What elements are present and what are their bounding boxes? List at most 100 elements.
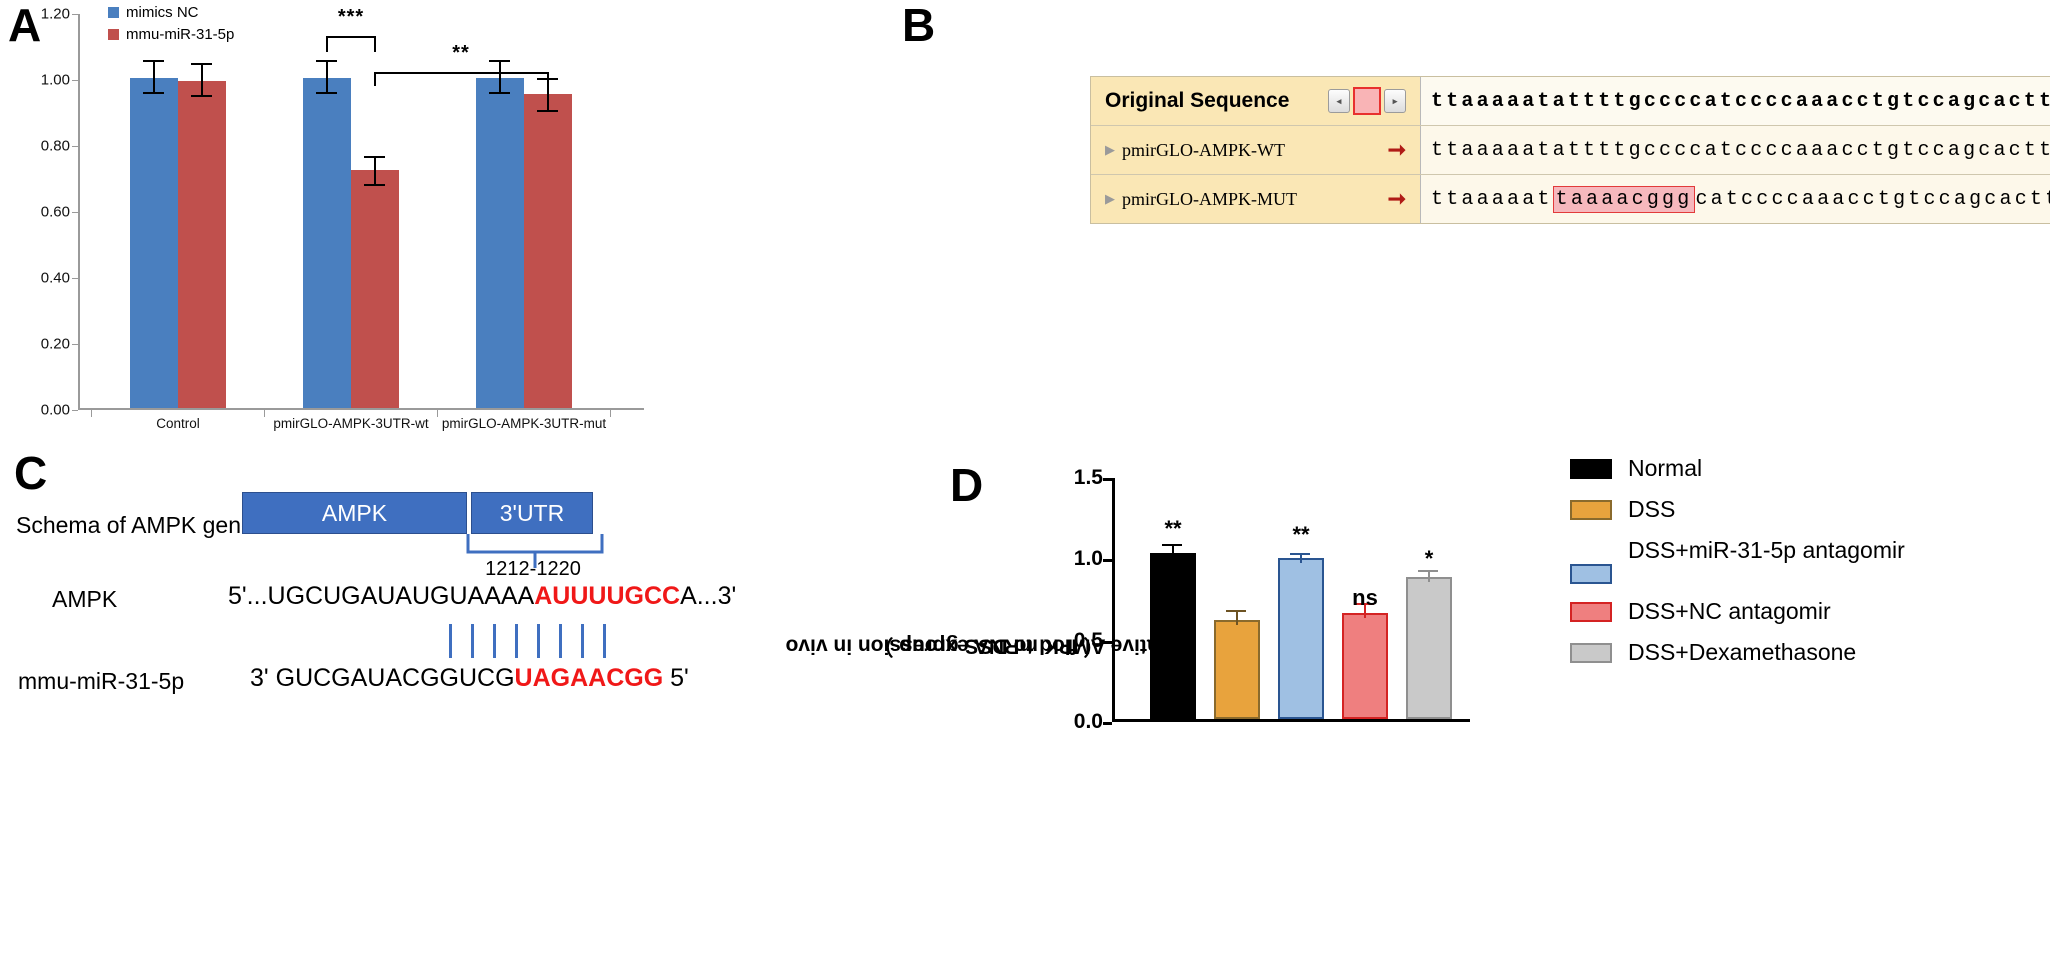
- panel-a-error-control-mir: [201, 65, 203, 97]
- expand-triangle-icon[interactable]: ▶: [1105, 142, 1115, 158]
- legend-swatch-normal: [1570, 459, 1612, 479]
- panel-a: A mimics NC mmu-miR-31-5p 0.00 0.20 0.40…: [0, 0, 680, 440]
- right-arrow-icon: ➞: [1387, 186, 1406, 211]
- panel-a-ytick-6: 1.20: [40, 5, 70, 23]
- panel-a-xlabel-mut: pmirGLO-AMPK-3UTR-mut: [441, 416, 607, 431]
- sequence-row-original: Original Sequence ◂ ▸ ttaaaaatattttgcccc…: [1091, 77, 2050, 125]
- construct-label-wt: pmirGLO-AMPK-WT: [1122, 139, 1285, 160]
- legend-item-dss: DSS: [1570, 495, 1905, 523]
- panel-a-sig-bracket-wt-left: [326, 36, 328, 52]
- panel-d-error-dexamethasone: [1427, 572, 1430, 582]
- base-pair-line: [449, 624, 452, 658]
- panel-d-bar-dexamethasone: [1406, 577, 1452, 719]
- panel-c-letter: C: [14, 447, 48, 499]
- panel-d-bar-dss: [1214, 620, 1260, 719]
- legend-label-mir-antagomir: DSS+miR-31-5p antagomir: [1628, 537, 1905, 564]
- mutation-color-swatch[interactable]: [1353, 87, 1381, 115]
- panel-a-bar-control-mimics-nc: [130, 78, 178, 408]
- panel-a-sig-bracket-cross-left: [374, 72, 376, 86]
- mirna-seq-3prime: 3' GUCGAUACGGUCG: [250, 664, 515, 692]
- sequence-row-mut: ▶ pmirGLO-AMPK-MUT ➞ ttaaaaat taaaacggg ca…: [1091, 174, 2050, 223]
- panel-a-bar-wt-mir: [351, 170, 399, 408]
- panel-a-error-wt-mimics-nc: [326, 62, 328, 94]
- sequence-mut-suffix: catccccaaacctgtccagcactt: [1695, 187, 2050, 211]
- panel-d-legend: Normal DSS DSS+miR-31-5p antagomir DSS+N…: [1570, 454, 1905, 679]
- panel-a-errcap: [489, 60, 510, 62]
- panel-a-ytick-1: 0.20: [40, 335, 70, 353]
- panel-a-xtick: [437, 410, 438, 417]
- panel-a-errcap: [316, 92, 337, 94]
- panel-a-errcap: [191, 63, 212, 65]
- panel-d-ytick-3: 1.5: [1073, 466, 1103, 489]
- legend-label-nc-antagomir: DSS+NC antagomir: [1628, 598, 1831, 625]
- sequence-wt: ttaaaaatattttgccccatccccaaacctgtccagcact…: [1431, 138, 2050, 162]
- gene-box-3utr: 3'UTR: [471, 492, 593, 534]
- panel-d-errcap: [1290, 552, 1310, 555]
- binding-coordinate-label: 1212-1220: [485, 558, 581, 580]
- construct-name-cell-mut[interactable]: ▶ pmirGLO-AMPK-MUT ➞: [1091, 175, 1421, 223]
- panel-a-errcap: [537, 110, 558, 112]
- panel-a-errcap: [143, 60, 164, 62]
- mirna-seq-5prime: 5': [663, 664, 689, 692]
- row-label-mirna: mmu-miR-31-5p: [18, 668, 185, 694]
- panel-d-sig-mir-antagomir: **: [1292, 522, 1310, 547]
- panel-d: D Relative AMPK mRNA expression in vivo …: [785, 430, 2050, 959]
- base-pair-line: [559, 624, 562, 658]
- original-sequence-header-cell: Original Sequence ◂ ▸: [1091, 77, 1421, 125]
- panel-a-error-mut-mimics-nc: [499, 62, 501, 94]
- panel-d-plot-area: 0.0 0.5 1.0 1.5 ** ** ns *: [1074, 466, 1470, 733]
- panel-a-errcap: [191, 95, 212, 97]
- panel-a-x-axis: [78, 408, 644, 410]
- expand-triangle-icon[interactable]: ▶: [1105, 191, 1115, 207]
- panel-a-sig-bracket-wt-right: [374, 36, 376, 52]
- sequence-nav-controls[interactable]: ◂ ▸: [1328, 87, 1406, 115]
- legend-label-dss: DSS: [1628, 496, 1676, 523]
- panel-a-xlabel-control: Control: [156, 416, 200, 431]
- mirna-seed: UAGAACGG: [514, 664, 664, 692]
- legend-label-normal: Normal: [1628, 455, 1703, 481]
- panel-a-bar-mut-mimics-nc: [476, 78, 524, 408]
- sequence-mut-prefix: ttaaaaat: [1431, 187, 1553, 211]
- base-pair-line: [537, 624, 540, 658]
- base-pair-line: [515, 624, 518, 658]
- nav-prev-button[interactable]: ◂: [1328, 89, 1350, 113]
- panel-a-ytick-2: 0.40: [40, 269, 70, 287]
- panel-d-y-axis: [1112, 478, 1115, 722]
- panel-b: B Original Sequence ◂ ▸ ttaaaaatattttgcc…: [880, 0, 2050, 300]
- panel-a-plot-area: 0.00 0.20 0.40 0.60 0.80 1.00 1.20 *** *…: [41, 6, 644, 431]
- base-pair-line: [493, 624, 496, 658]
- legend-label-dexamethasone: DSS+Dexamethasone: [1628, 639, 1857, 666]
- sequence-alignment-table: Original Sequence ◂ ▸ ttaaaaatattttgcccc…: [1090, 76, 2050, 224]
- legend-item-dexamethasone: DSS+Dexamethasone: [1570, 638, 1905, 666]
- schema-label: Schema of AMPK gene: [16, 512, 254, 538]
- panel-a-errcap: [489, 92, 510, 94]
- panel-a-xtick: [91, 410, 92, 417]
- panel-a-ytick-0: 0.00: [40, 401, 70, 419]
- panel-d-errcap: [1162, 543, 1182, 546]
- panel-a-letter: A: [8, 0, 42, 51]
- nav-next-button[interactable]: ▸: [1384, 89, 1406, 113]
- legend-item-normal: Normal: [1570, 454, 1905, 482]
- original-sequence-label: Original Sequence: [1105, 89, 1290, 112]
- panel-a-bar-control-mir: [178, 81, 226, 408]
- sequence-text-original: ttaaaaatattttgccccatccccaaacctgtccagcact…: [1421, 77, 2050, 125]
- panel-a-ytick-3: 0.60: [40, 203, 70, 221]
- panel-d-error-dss: [1235, 612, 1238, 625]
- ampk-seq-3prime: A...3': [680, 582, 737, 610]
- panel-d-sig-dexamethasone: *: [1424, 546, 1434, 571]
- legend-item-nc-antagomir: DSS+NC antagomir: [1570, 597, 1905, 625]
- sequence-text-mut: ttaaaaat taaaacggg catccccaaacctgtccagcact…: [1421, 175, 2050, 223]
- panel-a-errcap: [316, 60, 337, 62]
- panel-d-bar-mir-antagomir: [1278, 558, 1324, 719]
- panel-a-errcap: [364, 184, 385, 186]
- panel-d-x-axis: [1112, 719, 1470, 722]
- panel-d-ytick-0: 0.0: [1073, 710, 1103, 733]
- mutation-highlight: taaaacggg: [1552, 185, 1696, 213]
- panel-a-sig-star-cross: **: [452, 42, 470, 64]
- sequence-original: ttaaaaatattttgccccatccccaaacctgtccagcact…: [1431, 89, 2050, 113]
- panel-a-xtick: [264, 410, 265, 417]
- panel-a-bar-mut-mir: [524, 94, 572, 408]
- gene-box-ampk: AMPK: [242, 492, 467, 534]
- legend-swatch-dss: [1570, 500, 1612, 521]
- construct-name-cell-wt[interactable]: ▶ pmirGLO-AMPK-WT ➞: [1091, 126, 1421, 174]
